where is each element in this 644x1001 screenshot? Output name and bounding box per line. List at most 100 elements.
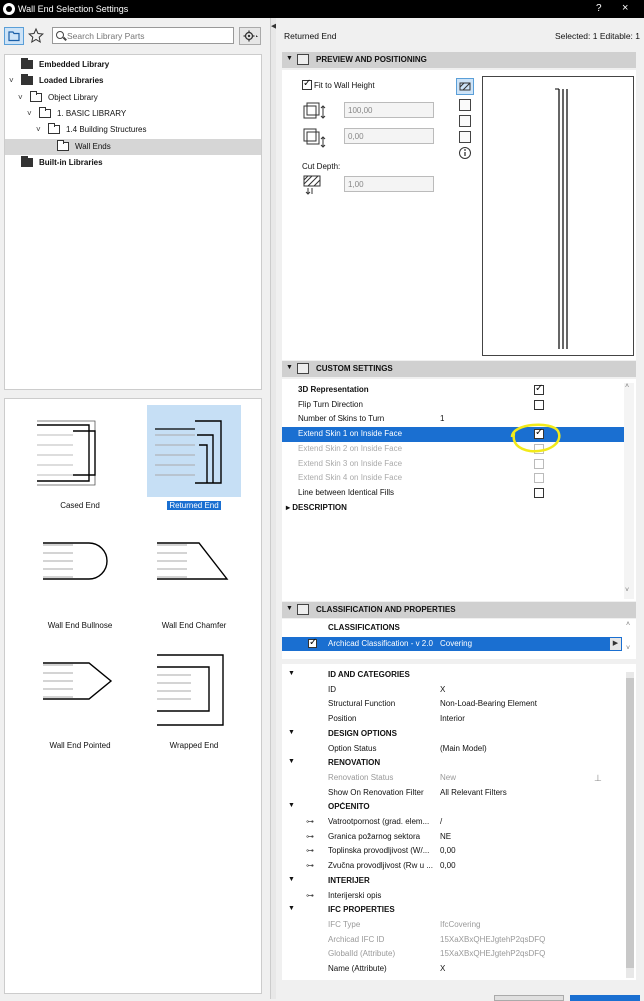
property-value[interactable]: All Relevant Filters [440, 788, 507, 797]
classification-row[interactable]: Archicad Classification - v 2.0 Covering… [282, 637, 622, 651]
property-value[interactable]: 0,00 [440, 846, 456, 855]
scroll-down-icon[interactable]: ˅ [625, 587, 629, 594]
property-row[interactable]: Option Status (Main Model) [282, 742, 622, 757]
custom-setting-row[interactable]: Flip Turn Direction [282, 398, 624, 413]
fit-to-wall-height-checkbox[interactable] [302, 78, 312, 90]
custom-setting-row[interactable]: Extend Skin 2 on Inside Face [282, 442, 624, 457]
property-value[interactable]: IfcCovering [440, 920, 480, 929]
property-value[interactable]: X [440, 964, 445, 973]
help-button[interactable]: ? [596, 3, 602, 14]
library-part-bullnose[interactable]: Wall End Bullnose [33, 525, 127, 635]
custom-setting-row[interactable]: Extend Skin 4 on Inside Face [282, 471, 624, 486]
scroll-down-icon[interactable]: ˅ [626, 645, 630, 652]
custom-setting-row[interactable]: Line between Identical Fills [282, 486, 624, 501]
scroll-up-icon[interactable]: ˄ [625, 383, 629, 390]
cut-depth-input[interactable] [348, 179, 428, 190]
custom-setting-row[interactable]: Number of Skins to Turn 1 [282, 412, 624, 427]
library-part-pointed[interactable]: Wall End Pointed [33, 645, 127, 755]
property-row[interactable]: ⊶ Granica požarnog sektora NE [282, 830, 622, 845]
section-view-icon[interactable] [459, 131, 471, 143]
property-row[interactable]: ⊶ Toplinska provodljivost (W/... 0,00 [282, 844, 622, 859]
height-field[interactable] [344, 102, 434, 118]
tree-item[interactable]: Wall Ends [5, 138, 261, 155]
favorites-button[interactable] [27, 27, 47, 45]
property-value[interactable]: (Main Model) [440, 744, 487, 753]
custom-setting-checkbox[interactable] [534, 383, 544, 395]
property-value[interactable]: Interior [440, 714, 465, 723]
property-value[interactable]: 0,00 [440, 861, 456, 870]
library-part-returned[interactable]: Returned End [147, 405, 241, 515]
property-row[interactable]: ID X [282, 683, 622, 698]
expand-chevron-icon[interactable]: ˅ [9, 76, 14, 85]
tree-item[interactable]: ˅ 1. BASIC LIBRARY [5, 106, 261, 122]
property-group-header[interactable]: ▼ DESIGN OPTIONS [282, 727, 622, 742]
property-row[interactable]: ⊶ Vatrootpornost (grad. elem... / [282, 815, 622, 830]
custom-setting-row[interactable]: Extend Skin 3 on Inside Face [282, 457, 624, 472]
tree-item[interactable]: Built-in Libraries [5, 155, 261, 171]
custom-settings-header[interactable]: ▼ CUSTOM SETTINGS [282, 361, 636, 377]
info-icon[interactable] [458, 146, 472, 160]
expand-chevron-icon[interactable]: ˅ [36, 125, 41, 134]
property-row[interactable]: Archicad IFC ID 15XaXBxQHEJgtehP2qsDFQ [282, 933, 622, 948]
classification-section-header[interactable]: ▼ CLASSIFICATION AND PROPERTIES [282, 602, 636, 618]
custom-setting-checkbox[interactable] [534, 458, 544, 469]
property-group-header[interactable]: ▼ RENOVATION [282, 756, 622, 771]
ok-button[interactable] [570, 995, 640, 1001]
property-row[interactable]: Renovation Status New ⊥ [282, 771, 622, 786]
search-input[interactable] [67, 30, 232, 42]
custom-setting-row[interactable]: 3D Representation [282, 383, 624, 398]
library-part-chamfer[interactable]: Wall End Chamfer [147, 525, 241, 635]
tree-item[interactable]: ˅ Loaded Libraries [5, 73, 261, 89]
classification-picker-arrow-icon[interactable]: ▶ [610, 638, 621, 650]
property-row[interactable]: Show On Renovation Filter All Relevant Fi… [282, 786, 622, 801]
tree-item[interactable]: ˅ Object Library [5, 90, 261, 106]
property-value[interactable]: X [440, 685, 445, 694]
tree-item[interactable]: Embedded Library [5, 57, 261, 73]
library-part-cased[interactable]: Cased End [33, 405, 127, 515]
property-row[interactable]: Name (Attribute) X [282, 962, 622, 977]
property-value[interactable]: Non-Load-Bearing Element [440, 699, 537, 708]
custom-setting-checkbox[interactable] [534, 487, 544, 498]
property-row[interactable]: ⊶ Interijerski opis [282, 889, 622, 904]
property-value[interactable]: 15XaXBxQHEJgtehP2qsDFQ [440, 935, 545, 944]
offset-input[interactable] [348, 131, 428, 142]
property-group-header[interactable]: ▼ INTERIJER [282, 874, 622, 889]
custom-setting-checkbox[interactable] [534, 399, 544, 410]
expand-chevron-icon[interactable]: ˅ [18, 93, 23, 102]
custom-setting-checkbox[interactable] [534, 473, 544, 484]
cancel-button[interactable] [494, 995, 564, 1001]
properties-scrollbar-thumb[interactable] [626, 678, 634, 968]
property-group-header[interactable]: ▼ OPĆENITO [282, 800, 622, 815]
close-button[interactable]: × [622, 2, 628, 14]
library-settings-button[interactable] [239, 27, 261, 45]
folder-view-button[interactable] [4, 27, 24, 45]
offset-field[interactable] [344, 128, 434, 144]
renovation-icon[interactable]: ⊥ [594, 773, 602, 784]
property-row[interactable]: GlobalId (Attribute) 15XaXBxQHEJgtehP2qsD… [282, 947, 622, 962]
3d-view-icon[interactable] [459, 115, 471, 127]
cut-depth-field[interactable] [344, 176, 434, 192]
height-input[interactable] [348, 105, 428, 116]
property-row[interactable]: IFC Type IfcCovering [282, 918, 622, 933]
classification-checkbox[interactable] [308, 637, 317, 648]
view-mode-2d-button[interactable] [456, 78, 474, 95]
property-row[interactable]: ⊶ Zvučna provodljivost (Rw u ... 0,00 [282, 859, 622, 874]
property-row[interactable]: Position Interior [282, 712, 622, 727]
library-part-wrapped[interactable]: Wrapped End [147, 645, 241, 755]
description-row[interactable]: ▸ DESCRIPTION [286, 503, 347, 512]
property-row[interactable]: Structural Function Non-Load-Bearing Elem… [282, 697, 622, 712]
property-value[interactable]: 15XaXBxQHEJgtehP2qsDFQ [440, 949, 545, 958]
custom-settings-scrollbar[interactable]: ˄ ˅ [624, 383, 634, 599]
property-value[interactable]: New [440, 773, 456, 782]
side-view-icon[interactable] [459, 99, 471, 111]
custom-setting-value[interactable]: 1 [440, 414, 444, 423]
scroll-up-icon[interactable]: ˄ [626, 621, 630, 628]
properties-scrollbar[interactable] [626, 672, 634, 978]
expand-chevron-icon[interactable]: ˅ [27, 109, 32, 118]
tree-item[interactable]: ˅ 1.4 Building Structures [5, 122, 261, 138]
search-box[interactable] [52, 27, 234, 44]
property-value[interactable]: / [440, 817, 442, 826]
custom-setting-row[interactable]: Extend Skin 1 on Inside Face [282, 427, 624, 442]
property-group-header[interactable]: ▼ ID AND CATEGORIES [282, 668, 622, 683]
preview-section-header[interactable]: ▼ PREVIEW AND POSITIONING [282, 52, 636, 68]
